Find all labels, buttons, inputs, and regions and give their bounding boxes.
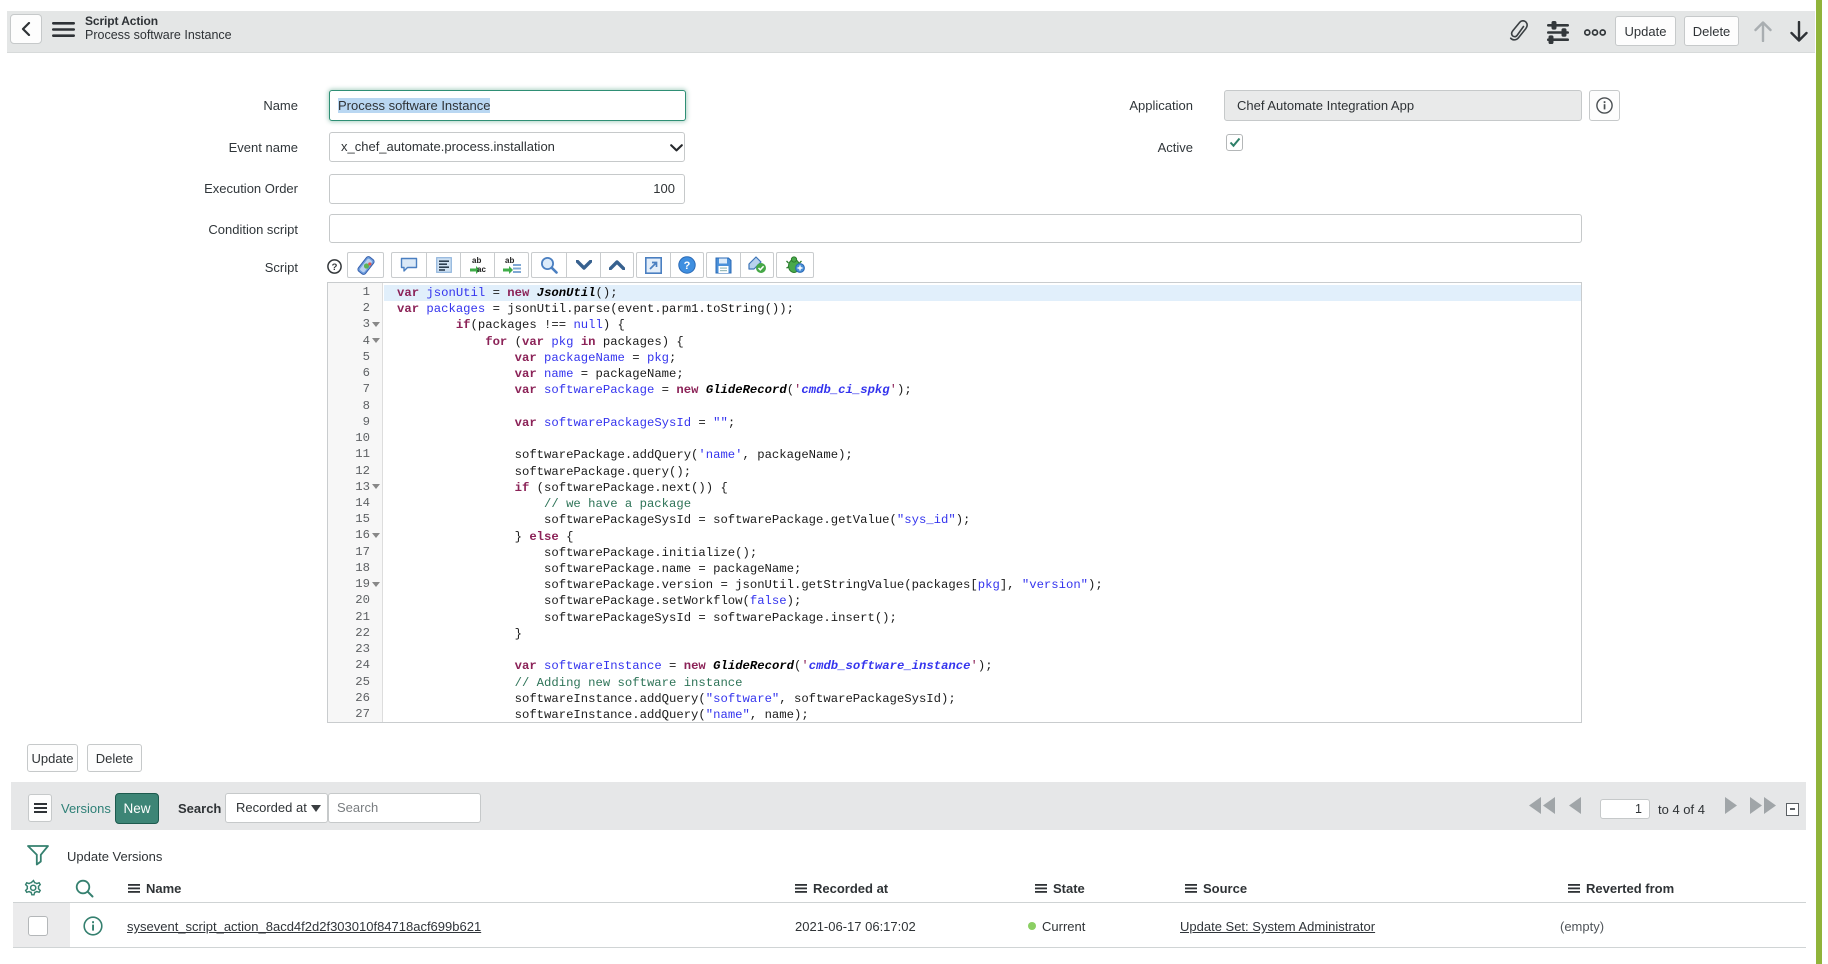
- svg-text:?: ?: [332, 262, 338, 273]
- svg-text:ab: ab: [505, 256, 514, 265]
- svg-text:ac: ac: [477, 265, 486, 274]
- svg-text:?: ?: [684, 260, 691, 272]
- svg-text:ab: ab: [472, 256, 481, 265]
